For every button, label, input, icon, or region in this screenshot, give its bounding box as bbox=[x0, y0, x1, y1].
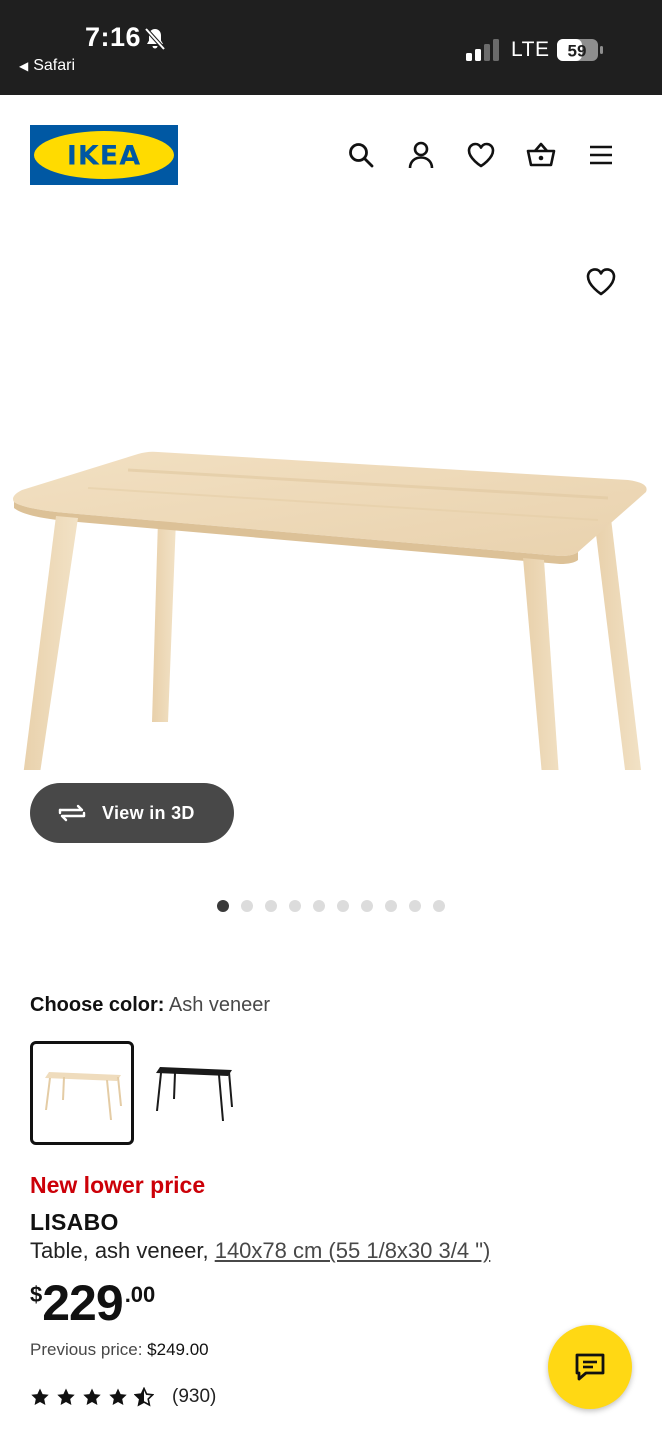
promo-label: New lower price bbox=[30, 1172, 206, 1198]
product-gallery[interactable]: View in 3D bbox=[0, 215, 662, 935]
carousel-dot[interactable] bbox=[385, 900, 397, 912]
add-to-favorites-heart-icon[interactable] bbox=[584, 265, 618, 299]
search-icon bbox=[349, 143, 374, 168]
menu-icon bbox=[590, 145, 612, 165]
chat-icon bbox=[575, 1353, 605, 1381]
back-arrow-icon: ◀ bbox=[19, 59, 29, 73]
carousel-indicators bbox=[217, 900, 445, 912]
product-name: LISABO bbox=[30, 1209, 119, 1235]
signal-icon bbox=[466, 39, 499, 61]
carousel-dot[interactable] bbox=[289, 900, 301, 912]
back-label: Safari bbox=[33, 57, 76, 74]
review-count: (930) bbox=[172, 1386, 217, 1407]
carousel-dot[interactable] bbox=[313, 900, 325, 912]
color-swatch-ash-veneer[interactable] bbox=[30, 1041, 134, 1145]
star-icon bbox=[57, 1388, 75, 1405]
carousel-dot[interactable] bbox=[337, 900, 349, 912]
product-type: Table, ash veneer, bbox=[30, 1238, 209, 1263]
cart-icon bbox=[526, 142, 556, 167]
swatch-image-ash bbox=[45, 1072, 122, 1120]
price-decimal: .00 bbox=[124, 1282, 156, 1307]
previous-price-value: $249.00 bbox=[147, 1340, 209, 1359]
color-swatch-black[interactable] bbox=[140, 1041, 244, 1145]
favorites-button[interactable] bbox=[465, 139, 497, 171]
chat-button[interactable] bbox=[548, 1325, 632, 1409]
bell-muted-icon bbox=[144, 27, 166, 51]
product-rating[interactable]: (930) bbox=[30, 1386, 216, 1408]
price-integer: 229 bbox=[42, 1275, 123, 1331]
status-time: 7:16 bbox=[85, 22, 142, 52]
rating-stars bbox=[30, 1387, 154, 1407]
logo-text: IKEA bbox=[67, 141, 141, 172]
battery-level: 59 bbox=[568, 42, 587, 61]
carousel-dot[interactable] bbox=[433, 900, 445, 912]
view-in-3d-label: View in 3D bbox=[102, 802, 195, 823]
choose-color-label: Choose color: bbox=[30, 994, 165, 1016]
carousel-dot[interactable] bbox=[361, 900, 373, 912]
price-currency: $ bbox=[30, 1282, 43, 1307]
star-icon bbox=[109, 1388, 127, 1405]
search-button[interactable] bbox=[345, 139, 377, 171]
previous-price: Previous price: $249.00 bbox=[30, 1340, 209, 1360]
view-in-3d-button[interactable]: View in 3D bbox=[30, 783, 234, 843]
carousel-dot[interactable] bbox=[241, 900, 253, 912]
carousel-dot[interactable] bbox=[217, 900, 229, 912]
cart-button[interactable] bbox=[525, 139, 557, 171]
star-icon bbox=[134, 1387, 154, 1407]
account-button[interactable] bbox=[405, 139, 437, 171]
product-description: Table, ash veneer, 140x78 cm (55 1/8x30 … bbox=[30, 1238, 490, 1264]
previous-price-label: Previous price: bbox=[30, 1340, 143, 1359]
back-to-safari[interactable]: ◀ Safari bbox=[19, 57, 75, 75]
heart-icon bbox=[467, 142, 495, 168]
star-icon bbox=[31, 1388, 49, 1405]
swatch-image-black bbox=[156, 1067, 233, 1121]
ikea-logo[interactable]: IKEA bbox=[30, 125, 178, 185]
account-icon bbox=[408, 141, 434, 169]
battery-icon: 59 bbox=[557, 39, 603, 61]
product-image-table bbox=[13, 451, 647, 770]
color-selector-label: Choose color: Ash veneer bbox=[30, 994, 270, 1017]
product-price: $ 229 .00 bbox=[30, 1274, 155, 1332]
carousel-dot[interactable] bbox=[409, 900, 421, 912]
rotate-3d-icon bbox=[58, 804, 86, 822]
carousel-dot[interactable] bbox=[265, 900, 277, 912]
menu-button[interactable] bbox=[585, 139, 617, 171]
status-bar: 7:16 ◀ Safari LTE 59 bbox=[0, 0, 662, 95]
star-icon bbox=[83, 1388, 101, 1405]
network-type: LTE bbox=[511, 38, 550, 61]
selected-color-value: Ash veneer bbox=[168, 994, 271, 1016]
site-header: IKEA bbox=[0, 95, 662, 215]
product-size-link[interactable]: 140x78 cm (55 1/8x30 3/4 ") bbox=[215, 1238, 491, 1263]
